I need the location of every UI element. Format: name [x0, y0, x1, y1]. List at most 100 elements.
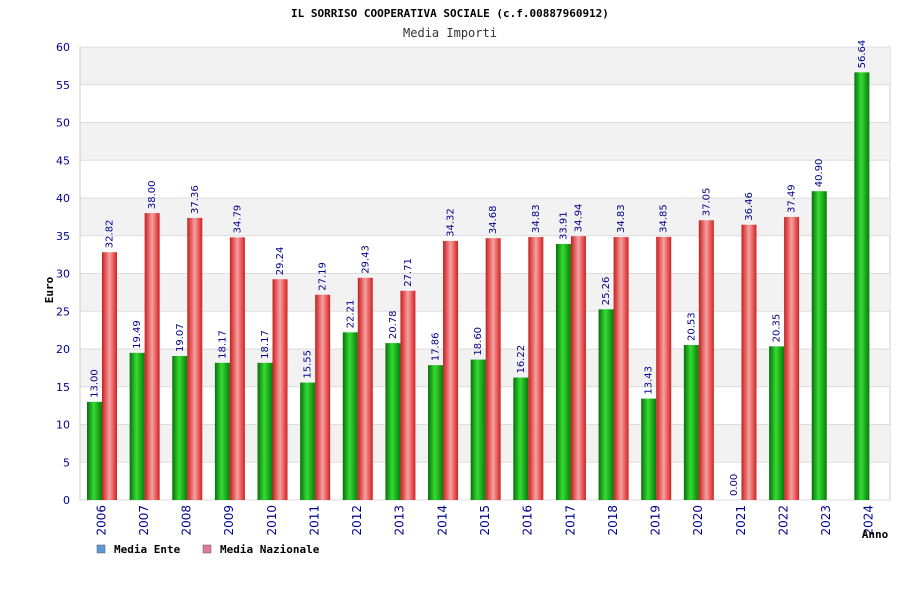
bar-media-ente — [683, 344, 699, 500]
data-label: 38.00 — [147, 180, 158, 209]
bar-media-nazionale — [741, 224, 757, 501]
data-label: 19.07 — [175, 323, 186, 352]
x-tick-label: 2017 — [563, 505, 577, 536]
data-label: 33.91 — [558, 211, 569, 240]
bar-media-ente — [513, 377, 529, 500]
x-tick-label: 2008 — [180, 505, 194, 536]
data-label: 20.53 — [686, 312, 697, 341]
x-tick-label: 2022 — [776, 505, 790, 536]
bar-media-nazionale — [698, 220, 714, 500]
data-label: 34.83 — [531, 204, 542, 233]
grid-band — [80, 47, 890, 85]
legend-swatch-media-nazionale — [202, 544, 212, 554]
x-tick-label: 2020 — [691, 505, 705, 536]
data-label: 34.68 — [488, 206, 499, 235]
data-label: 25.26 — [601, 277, 612, 306]
data-label: 37.05 — [701, 188, 712, 217]
bar-media-ente — [428, 365, 444, 500]
data-label: 34.94 — [573, 204, 584, 233]
x-tick-label: 2018 — [606, 505, 620, 536]
bar-media-ente — [129, 352, 145, 500]
y-axis-ticks: 0 5 10 15 20 25 30 35 40 45 50 55 60 — [56, 41, 70, 507]
legend-label-media-ente: Media Ente — [114, 543, 181, 556]
x-tick-label: 2016 — [521, 505, 535, 536]
bar-media-ente — [854, 72, 870, 501]
bar-media-nazionale — [229, 237, 245, 500]
data-label: 19.49 — [132, 320, 143, 349]
bar-media-nazionale — [528, 237, 544, 500]
y-tick-label: 25 — [56, 305, 70, 318]
bar-media-ente — [811, 191, 827, 500]
data-label: 13.00 — [90, 369, 101, 398]
bar-media-ente — [470, 359, 486, 500]
bar-media-nazionale — [485, 238, 501, 500]
data-label: 29.43 — [360, 245, 371, 274]
bar-media-nazionale — [570, 236, 586, 500]
bar-media-ente — [641, 398, 657, 500]
y-tick-label: 30 — [56, 268, 70, 281]
y-tick-label: 55 — [56, 79, 70, 92]
bar-media-ente — [87, 401, 102, 500]
bar-media-nazionale — [187, 217, 203, 500]
y-tick-label: 0 — [63, 494, 70, 507]
bar-media-nazionale — [400, 290, 416, 500]
y-tick-label: 5 — [63, 456, 70, 469]
bar-media-ente — [342, 332, 358, 500]
bar-media-ente — [598, 309, 614, 500]
bar-media-ente — [172, 356, 188, 500]
bar-media-ente — [214, 362, 230, 500]
chart-subtitle: Media Importi — [403, 26, 497, 40]
data-label: 18.17 — [260, 330, 271, 359]
bar-media-ente — [257, 362, 273, 500]
bar-media-nazionale — [144, 213, 160, 500]
x-tick-label: 2011 — [307, 505, 321, 536]
bar-media-ente — [769, 346, 785, 500]
grid-band — [80, 122, 890, 161]
legend-swatch-media-ente — [96, 544, 106, 554]
y-tick-label: 60 — [56, 41, 70, 54]
y-tick-label: 20 — [56, 343, 70, 356]
x-tick-label: 2023 — [819, 505, 833, 536]
x-tick-label: 2021 — [734, 505, 748, 536]
chart-container: IL SORRISO COOPERATIVA SOCIALE (c.f.0088… — [0, 0, 900, 600]
bar-chart: IL SORRISO COOPERATIVA SOCIALE (c.f.0088… — [43, 7, 891, 556]
y-axis-label: Euro — [43, 276, 56, 303]
y-tick-label: 45 — [56, 154, 70, 167]
x-tick-label: 2009 — [222, 505, 236, 536]
y-tick-label: 35 — [56, 230, 70, 243]
data-label: 18.60 — [473, 327, 484, 356]
chart-title: IL SORRISO COOPERATIVA SOCIALE (c.f.0088… — [291, 7, 609, 20]
legend: Media Ente Media Nazionale — [96, 543, 320, 556]
x-tick-label: 2019 — [649, 505, 663, 536]
x-axis-label: Anno — [862, 528, 889, 541]
bar-media-nazionale — [656, 236, 672, 500]
data-label: 18.17 — [217, 330, 228, 359]
data-label: 37.49 — [787, 184, 798, 213]
bar-media-nazionale — [784, 216, 800, 500]
data-label: 20.35 — [772, 314, 783, 343]
bar-media-ente — [385, 343, 401, 500]
x-tick-label: 2006 — [94, 505, 108, 536]
legend-label-media-nazionale: Media Nazionale — [220, 543, 320, 556]
data-label: 20.78 — [388, 310, 399, 339]
data-label: 56.64 — [857, 40, 868, 69]
data-label: 27.71 — [403, 258, 414, 287]
data-label: 22.21 — [345, 300, 356, 329]
bar-media-nazionale — [357, 277, 373, 500]
bar-media-ente — [555, 243, 571, 501]
y-tick-label: 15 — [56, 381, 70, 394]
data-label: 13.43 — [644, 366, 655, 395]
x-tick-label: 2007 — [137, 505, 151, 536]
data-label: 36.46 — [744, 192, 755, 221]
data-label: 34.79 — [232, 205, 243, 234]
data-label: 16.22 — [516, 345, 527, 374]
data-label: 15.55 — [303, 350, 314, 379]
bar-media-nazionale — [613, 237, 629, 500]
data-label: 17.86 — [431, 333, 442, 362]
x-tick-label: 2010 — [265, 505, 279, 536]
data-label: 34.32 — [446, 208, 457, 237]
data-label: 27.19 — [318, 262, 329, 291]
data-label: 40.90 — [814, 159, 825, 188]
x-tick-label: 2013 — [393, 505, 407, 536]
data-label: 34.83 — [616, 204, 627, 233]
